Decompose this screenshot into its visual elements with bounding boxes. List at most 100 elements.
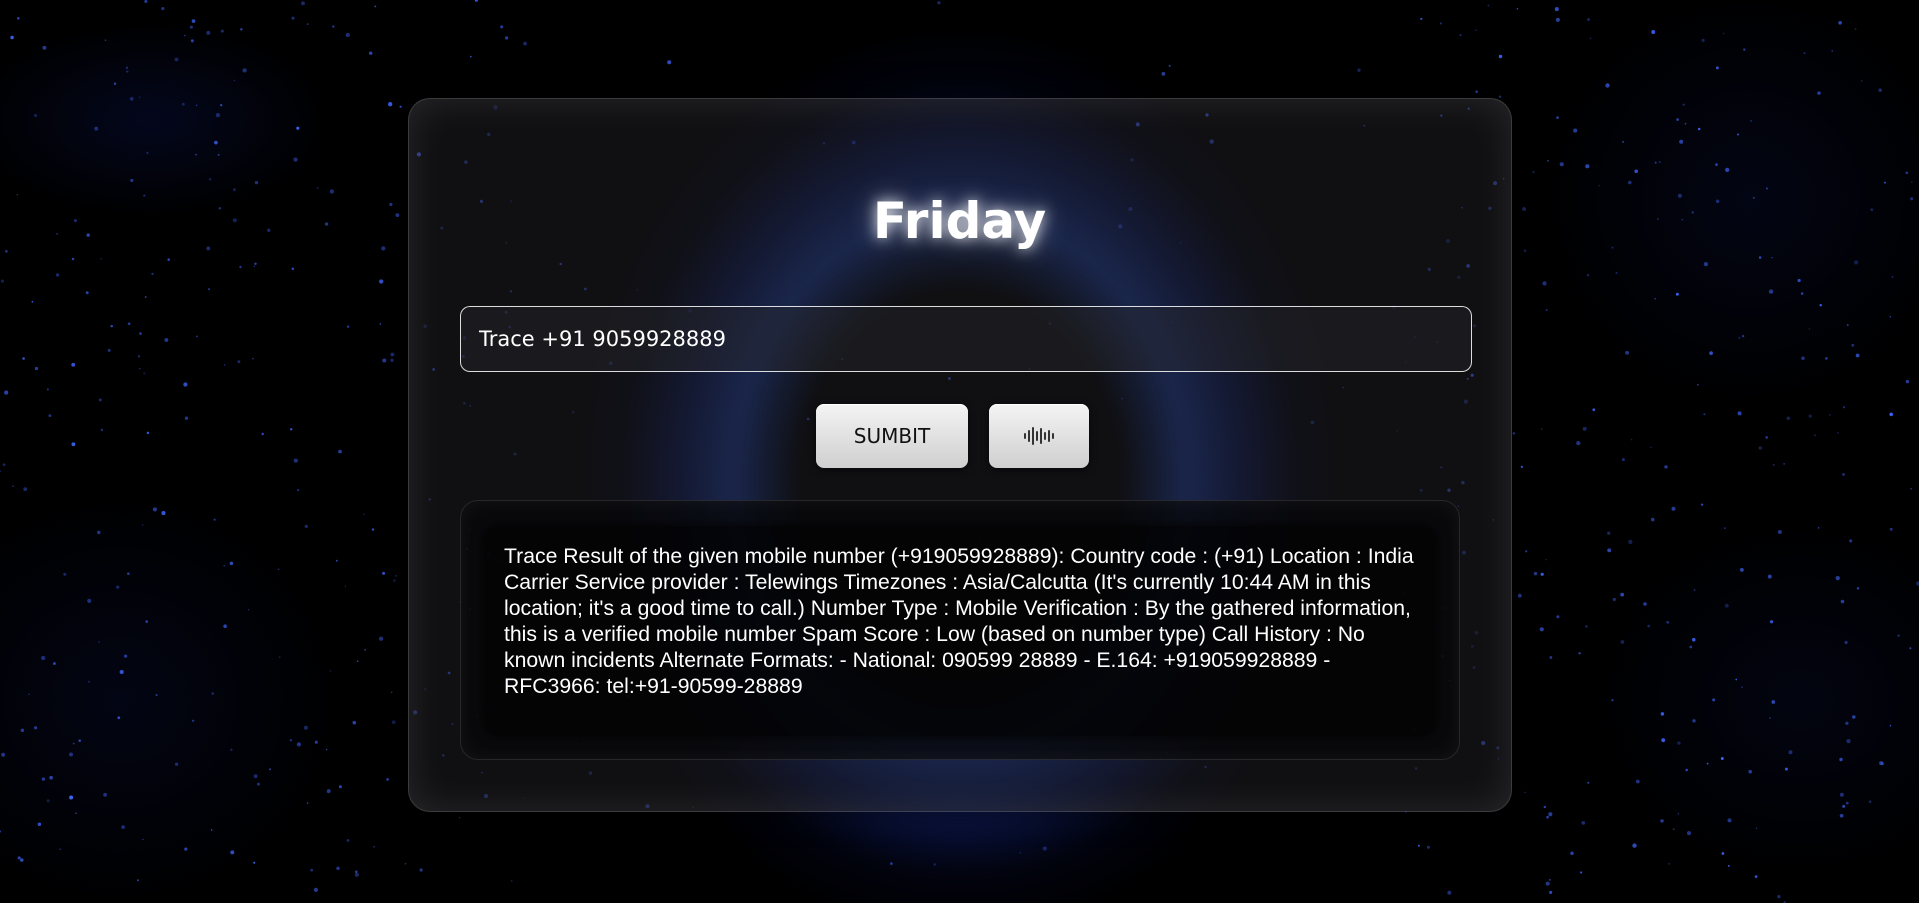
command-input[interactable] (460, 306, 1472, 372)
star-dot (1784, 767, 1788, 771)
star-dot (31, 300, 34, 303)
star-dot (390, 691, 393, 694)
star-dot (523, 41, 527, 46)
star-dot (71, 362, 76, 367)
star-dot (1357, 68, 1361, 72)
star-dot (1754, 875, 1758, 878)
voice-input-button[interactable] (989, 404, 1089, 468)
star-dot (667, 60, 672, 65)
star-dot (371, 528, 375, 531)
star-dot (37, 822, 42, 826)
star-dot (17, 856, 21, 860)
star-dot (301, 1, 305, 6)
star-dot (1842, 406, 1846, 409)
star-dot (1612, 597, 1616, 602)
star-dot (303, 725, 308, 730)
star-dot (1883, 181, 1886, 184)
star-dot (139, 332, 142, 335)
star-dot (97, 530, 101, 535)
star-dot (184, 847, 188, 851)
star-dot (42, 45, 47, 50)
star-dot (1654, 297, 1657, 300)
star-dot (1839, 757, 1843, 762)
star-dot (211, 692, 214, 695)
star-dot (304, 524, 308, 529)
star-dot (1825, 357, 1828, 360)
submit-button[interactable]: SUMBIT (816, 404, 968, 468)
star-dot (261, 432, 264, 436)
star-dot (1548, 812, 1553, 817)
star-dot (474, 0, 478, 2)
star-dot (1647, 624, 1651, 628)
star-dot (1585, 164, 1590, 169)
star-dot (1768, 289, 1774, 294)
star-dot (155, 694, 158, 697)
star-dot (1765, 187, 1768, 190)
star-dot (247, 608, 250, 611)
star-dot (1587, 781, 1590, 784)
star-dot (1758, 256, 1762, 259)
star-dot (1693, 589, 1696, 591)
star-dot (164, 338, 169, 342)
star-dot (144, 296, 147, 298)
star-dot (1611, 698, 1614, 702)
star-dot (1, 752, 6, 757)
star-dot (379, 323, 381, 325)
star-dot (1846, 738, 1851, 744)
star-dot (98, 641, 100, 643)
star-dot (183, 382, 188, 387)
star-dot (1769, 717, 1771, 719)
star-dot (1851, 343, 1855, 347)
star-dot (41, 777, 46, 781)
star-dot (1801, 356, 1805, 360)
star-dot (1672, 828, 1675, 831)
star-dot (142, 838, 144, 841)
star-dot (1660, 819, 1664, 823)
star-dot (386, 778, 389, 781)
star-dot (1891, 276, 1894, 278)
star-dot (1788, 750, 1793, 755)
star-dot (390, 358, 394, 362)
star-dot (1889, 412, 1893, 417)
star-dot (230, 748, 233, 752)
star-dot (1743, 48, 1746, 51)
star-dot (1783, 463, 1785, 465)
star-dot (1555, 17, 1560, 22)
star-dot (1685, 768, 1688, 772)
star-dot (346, 325, 350, 328)
star-dot (0, 830, 2, 833)
star-dot (253, 861, 256, 864)
star-dot (113, 82, 117, 85)
star-dot (242, 68, 247, 73)
star-dot (293, 458, 298, 463)
star-dot (87, 598, 92, 603)
star-dot (1589, 37, 1592, 40)
star-dot (382, 571, 386, 575)
star-dot (49, 775, 53, 780)
star-dot (1771, 256, 1773, 259)
star-dot (1677, 741, 1681, 745)
star-dot (28, 693, 30, 696)
star-dot (1621, 140, 1625, 143)
star-dot (1643, 602, 1647, 606)
star-dot (1582, 426, 1587, 431)
star-dot (1692, 637, 1696, 642)
star-dot (119, 669, 124, 675)
trace-result-text: Trace Result of the given mobile number … (504, 545, 1414, 698)
star-dot (1498, 95, 1502, 98)
star-dot (510, 880, 513, 882)
star-dot (1679, 139, 1684, 144)
star-dot (1722, 32, 1725, 35)
star-dot (129, 97, 134, 101)
star-dot (1475, 29, 1477, 31)
star-dot (1797, 278, 1801, 283)
star-dot (336, 866, 340, 871)
star-dot (356, 660, 359, 663)
star-dot (390, 352, 395, 357)
star-dot (1671, 506, 1676, 511)
star-dot (104, 39, 107, 41)
star-dot (78, 739, 81, 742)
star-dot (1889, 316, 1891, 318)
star-dot (230, 850, 235, 855)
star-dot (126, 70, 129, 73)
